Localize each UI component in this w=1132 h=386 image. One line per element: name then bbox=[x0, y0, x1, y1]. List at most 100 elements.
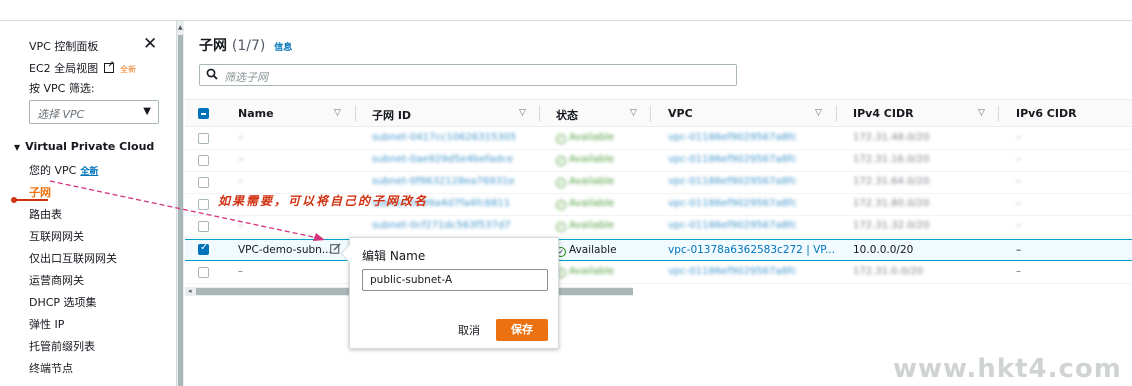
cell-ipv4: 172.31.64.0/20 bbox=[853, 176, 930, 187]
cell-vpc[interactable]: vpc-01378a6362583c272 | VP... bbox=[668, 244, 835, 256]
cell-subnet-id[interactable]: subnet-0cf271dc563f537d7 bbox=[372, 220, 511, 231]
row-checkbox[interactable] bbox=[198, 133, 209, 144]
column-header-subnet-id[interactable]: 子网 ID bbox=[372, 107, 411, 123]
column-header-status[interactable]: 状态 bbox=[556, 107, 578, 123]
row-checkbox[interactable] bbox=[198, 267, 209, 278]
popover-title: 编辑 Name bbox=[362, 249, 426, 263]
cell-name: – bbox=[238, 220, 243, 231]
filter-by-vpc-label: 按 VPC 筛选: bbox=[29, 82, 95, 95]
search-placeholder: 筛选子网 bbox=[224, 71, 268, 84]
vpc-select-placeholder: 选择 VPC bbox=[37, 108, 85, 121]
cell-status: ✓ Available bbox=[556, 198, 614, 210]
column-divider[interactable] bbox=[355, 106, 356, 122]
search-input[interactable]: 筛选子网 bbox=[199, 64, 737, 86]
save-button[interactable]: 保存 bbox=[496, 319, 548, 341]
row-checkbox[interactable] bbox=[198, 199, 209, 210]
caret-down-icon: ▼ bbox=[143, 106, 151, 117]
cell-status: ✓ Available bbox=[556, 244, 617, 257]
cell-vpc[interactable]: vpc-01186ef9029567a8fc bbox=[668, 220, 797, 231]
section-virtual-private-cloud[interactable]: ▼ Virtual Private Cloud bbox=[14, 140, 154, 153]
caret-down-icon: ▼ bbox=[14, 143, 21, 152]
select-all-checkbox[interactable] bbox=[198, 108, 209, 119]
cell-name: VPC-demo-subn... bbox=[238, 244, 332, 256]
cell-ipv6: – bbox=[1016, 198, 1021, 209]
cancel-button[interactable]: 取消 bbox=[458, 322, 480, 338]
cell-name: – bbox=[238, 154, 243, 165]
cell-subnet-id[interactable]: subnet-0417cc10626315305 bbox=[372, 132, 516, 143]
column-header-vpc[interactable]: VPC bbox=[668, 107, 693, 120]
sidebar-item-ec2-global-view[interactable]: EC2 全局视图 ↗ 全新 bbox=[29, 60, 136, 76]
check-circle-icon: ✓ bbox=[556, 156, 566, 166]
cell-status: ✓ Available bbox=[556, 220, 614, 232]
sidebar-item-label: 您的 VPC bbox=[29, 164, 77, 177]
info-link[interactable]: 信息 bbox=[274, 43, 292, 53]
cell-ipv4: 172.31.48.0/20 bbox=[853, 132, 930, 143]
scrollbar-thumb[interactable] bbox=[178, 35, 183, 386]
section-label: Virtual Private Cloud bbox=[25, 140, 155, 153]
sidebar-scrollbar[interactable]: ▲ bbox=[176, 21, 184, 386]
sidebar-item-label: EC2 全局视图 bbox=[29, 62, 99, 75]
external-link-icon: ↗ bbox=[103, 60, 114, 73]
scroll-left-icon[interactable]: ◂ bbox=[188, 287, 192, 295]
table-row[interactable]: – subnet-0ae929d5e4befadce ✓ Available vp… bbox=[185, 150, 1132, 172]
status-text: Available bbox=[569, 132, 615, 143]
sort-icon[interactable]: ▽ bbox=[630, 108, 637, 118]
column-header-name[interactable]: Name bbox=[238, 107, 274, 120]
table-row[interactable]: – subnet-0f9632128ea76931e ✓ Available vp… bbox=[185, 172, 1132, 194]
column-header-ipv6-cidr[interactable]: IPv6 CIDR bbox=[1016, 107, 1077, 120]
cell-status: ✓ Available bbox=[556, 176, 614, 188]
name-input[interactable] bbox=[362, 269, 548, 291]
vpc-select[interactable]: 选择 VPC ▼ bbox=[29, 100, 159, 124]
scroll-up-icon[interactable]: ▲ bbox=[178, 24, 183, 31]
cell-ipv4: 172.31.80.0/20 bbox=[853, 198, 930, 209]
cell-vpc[interactable]: vpc-01186ef9029567a8fc bbox=[668, 198, 797, 209]
table-row[interactable]: – ✓ Available vpc-01186ef9029567a8fc 172.… bbox=[185, 262, 1132, 284]
cell-status: ✓ Available bbox=[556, 266, 614, 278]
cell-subnet-id[interactable]: subnet-0f9632128ea76931e bbox=[372, 176, 515, 187]
cell-vpc[interactable]: vpc-01186ef9029567a8fc bbox=[668, 154, 797, 165]
cell-ipv4: 172.31.32.0/20 bbox=[853, 220, 930, 231]
sidebar-item-carrier-gateways[interactable]: 运营商网关 bbox=[29, 272, 84, 288]
table-header: Name ▽ 子网 ID ▽ 状态 ▽ VPC ▽ IPv4 CIDR ▽ IP… bbox=[185, 99, 1132, 127]
sidebar-item-internet-gateways[interactable]: 互联网网关 bbox=[29, 228, 84, 244]
table-row-selected[interactable]: VPC-demo-subn... ✓Available vpc-01378a63… bbox=[185, 239, 1132, 261]
column-divider[interactable] bbox=[650, 106, 651, 122]
cell-vpc[interactable]: vpc-01186ef9029567a8fc bbox=[668, 176, 797, 187]
row-checkbox[interactable] bbox=[198, 242, 209, 255]
status-text: Available bbox=[569, 154, 615, 165]
column-divider[interactable] bbox=[998, 106, 999, 122]
cell-subnet-id[interactable]: subnet-0ae929d5e4befadce bbox=[372, 154, 513, 165]
selection-count: (1/7) bbox=[231, 38, 266, 54]
cell-ipv4: 172.31.16.0/20 bbox=[853, 154, 930, 165]
sort-icon[interactable]: ▽ bbox=[815, 108, 822, 118]
table-row[interactable]: – subnet-0cf271dc563f537d7 ✓ Available vp… bbox=[185, 216, 1132, 238]
sidebar-item-route-tables[interactable]: 路由表 bbox=[29, 206, 62, 222]
row-checkbox[interactable] bbox=[198, 221, 209, 232]
new-badge: 全新 bbox=[80, 167, 99, 177]
status-text: Available bbox=[569, 198, 615, 209]
row-checkbox[interactable] bbox=[198, 177, 209, 188]
sidebar-item-prefix-lists[interactable]: 托管前缀列表 bbox=[29, 338, 95, 354]
table-row[interactable]: – subnet-0417cc10626315305 ✓ Available vp… bbox=[185, 128, 1132, 150]
cell-vpc[interactable]: vpc-01186ef9029567a8fc bbox=[668, 132, 797, 143]
column-header-ipv4-cidr[interactable]: IPv4 CIDR bbox=[853, 107, 914, 120]
sort-icon[interactable]: ▽ bbox=[519, 108, 526, 118]
cell-name: – bbox=[238, 132, 243, 143]
sidebar-item-egress-only-gateways[interactable]: 仅出口互联网网关 bbox=[29, 250, 117, 266]
cell-status: ✓ Available bbox=[556, 154, 614, 166]
sidebar-item-dhcp-options[interactable]: DHCP 选项集 bbox=[29, 294, 97, 310]
sidebar-item-elastic-ip[interactable]: 弹性 IP bbox=[29, 316, 64, 332]
close-icon[interactable]: ✕ bbox=[143, 36, 157, 53]
cell-vpc[interactable]: vpc-01186ef9029567a8fc bbox=[668, 266, 797, 277]
sort-icon[interactable]: ▽ bbox=[978, 108, 985, 118]
sidebar-item-vpc-dashboard[interactable]: VPC 控制面板 bbox=[29, 38, 98, 54]
column-divider[interactable] bbox=[836, 106, 837, 122]
sidebar-item-your-vpcs[interactable]: 您的 VPC 全新 bbox=[29, 162, 98, 178]
sidebar-item-subnets[interactable]: 子网 bbox=[29, 184, 51, 200]
row-checkbox[interactable] bbox=[198, 155, 209, 166]
edit-icon[interactable] bbox=[330, 243, 341, 257]
column-divider[interactable] bbox=[539, 106, 540, 122]
new-badge: 全新 bbox=[120, 65, 137, 74]
sort-icon[interactable]: ▽ bbox=[334, 108, 341, 118]
sidebar-item-endpoints[interactable]: 终端节点 bbox=[29, 360, 73, 376]
